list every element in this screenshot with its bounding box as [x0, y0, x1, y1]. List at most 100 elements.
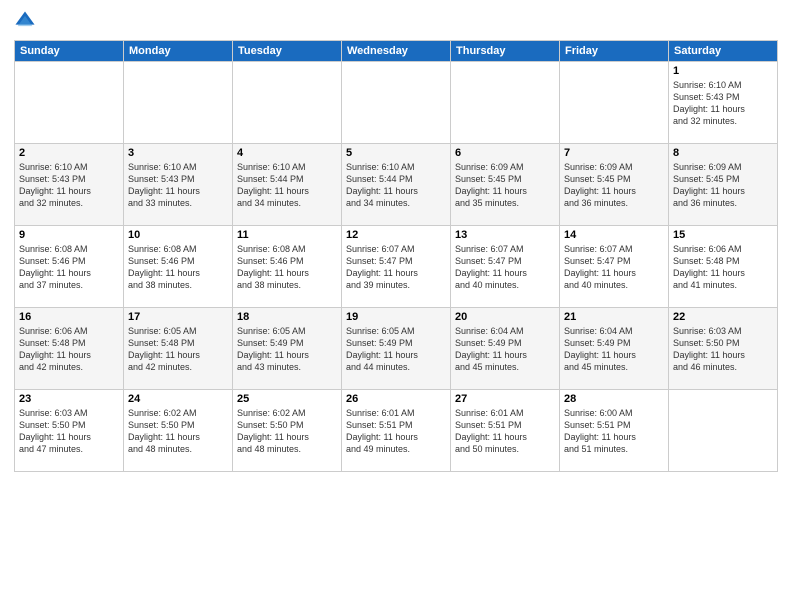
day-info: Sunrise: 6:10 AM Sunset: 5:44 PM Dayligh… [346, 161, 446, 210]
day-number: 23 [19, 393, 119, 405]
day-info: Sunrise: 6:10 AM Sunset: 5:43 PM Dayligh… [19, 161, 119, 210]
calendar-cell: 28 Sunrise: 6:00 AM Sunset: 5:51 PM Dayli… [560, 390, 669, 472]
calendar-header-monday: Monday [124, 41, 233, 62]
day-info: Sunrise: 6:04 AM Sunset: 5:49 PM Dayligh… [564, 325, 664, 374]
calendar-week-row: 16 Sunrise: 6:06 AM Sunset: 5:48 PM Dayli… [15, 308, 778, 390]
calendar-cell: 20 Sunrise: 6:04 AM Sunset: 5:49 PM Dayli… [451, 308, 560, 390]
day-info: Sunrise: 6:09 AM Sunset: 5:45 PM Dayligh… [564, 161, 664, 210]
calendar-header-wednesday: Wednesday [342, 41, 451, 62]
calendar-cell: 5Sunrise: 6:10 AM Sunset: 5:44 PM Daylig… [342, 144, 451, 226]
day-info: Sunrise: 6:03 AM Sunset: 5:50 PM Dayligh… [19, 407, 119, 456]
calendar-cell: 18 Sunrise: 6:05 AM Sunset: 5:49 PM Dayli… [233, 308, 342, 390]
day-info: Sunrise: 6:04 AM Sunset: 5:49 PM Dayligh… [455, 325, 555, 374]
day-number: 15 [673, 229, 773, 241]
calendar-cell [233, 62, 342, 144]
calendar-cell: 24Sunrise: 6:02 AM Sunset: 5:50 PM Dayli… [124, 390, 233, 472]
day-info: Sunrise: 6:01 AM Sunset: 5:51 PM Dayligh… [346, 407, 446, 456]
day-number: 10 [128, 229, 228, 241]
calendar-week-row: 23 Sunrise: 6:03 AM Sunset: 5:50 PM Dayli… [15, 390, 778, 472]
day-info: Sunrise: 6:10 AM Sunset: 5:43 PM Dayligh… [673, 79, 773, 128]
day-number: 8 [673, 147, 773, 159]
day-info: Sunrise: 6:08 AM Sunset: 5:46 PM Dayligh… [128, 243, 228, 292]
day-number: 9 [19, 229, 119, 241]
calendar-table: SundayMondayTuesdayWednesdayThursdayFrid… [14, 40, 778, 472]
calendar-cell [451, 62, 560, 144]
calendar-cell: 10 Sunrise: 6:08 AM Sunset: 5:46 PM Dayli… [124, 226, 233, 308]
calendar-cell: 27 Sunrise: 6:01 AM Sunset: 5:51 PM Dayli… [451, 390, 560, 472]
calendar-cell: 7 Sunrise: 6:09 AM Sunset: 5:45 PM Daylig… [560, 144, 669, 226]
calendar-cell: 11 Sunrise: 6:08 AM Sunset: 5:46 PM Dayli… [233, 226, 342, 308]
calendar-header-saturday: Saturday [669, 41, 778, 62]
calendar-header-thursday: Thursday [451, 41, 560, 62]
calendar-header-row: SundayMondayTuesdayWednesdayThursdayFrid… [15, 41, 778, 62]
header [14, 10, 778, 32]
day-number: 25 [237, 393, 337, 405]
calendar-cell [15, 62, 124, 144]
day-info: Sunrise: 6:10 AM Sunset: 5:44 PM Dayligh… [237, 161, 337, 210]
day-info: Sunrise: 6:06 AM Sunset: 5:48 PM Dayligh… [19, 325, 119, 374]
day-number: 27 [455, 393, 555, 405]
day-info: Sunrise: 6:05 AM Sunset: 5:49 PM Dayligh… [346, 325, 446, 374]
day-number: 11 [237, 229, 337, 241]
calendar-cell: 15 Sunrise: 6:06 AM Sunset: 5:48 PM Dayli… [669, 226, 778, 308]
day-info: Sunrise: 6:09 AM Sunset: 5:45 PM Dayligh… [455, 161, 555, 210]
day-number: 19 [346, 311, 446, 323]
calendar-cell: 16 Sunrise: 6:06 AM Sunset: 5:48 PM Dayli… [15, 308, 124, 390]
day-info: Sunrise: 6:08 AM Sunset: 5:46 PM Dayligh… [237, 243, 337, 292]
day-info: Sunrise: 6:07 AM Sunset: 5:47 PM Dayligh… [564, 243, 664, 292]
calendar-header-sunday: Sunday [15, 41, 124, 62]
calendar-cell: 8 Sunrise: 6:09 AM Sunset: 5:45 PM Daylig… [669, 144, 778, 226]
day-number: 18 [237, 311, 337, 323]
day-number: 16 [19, 311, 119, 323]
calendar-cell: 17 Sunrise: 6:05 AM Sunset: 5:48 PM Dayli… [124, 308, 233, 390]
day-info: Sunrise: 6:05 AM Sunset: 5:48 PM Dayligh… [128, 325, 228, 374]
day-info: Sunrise: 6:08 AM Sunset: 5:46 PM Dayligh… [19, 243, 119, 292]
day-info: Sunrise: 6:10 AM Sunset: 5:43 PM Dayligh… [128, 161, 228, 210]
calendar-header-friday: Friday [560, 41, 669, 62]
calendar-cell: 25 Sunrise: 6:02 AM Sunset: 5:50 PM Dayli… [233, 390, 342, 472]
day-number: 24 [128, 393, 228, 405]
day-number: 20 [455, 311, 555, 323]
calendar-cell: 19 Sunrise: 6:05 AM Sunset: 5:49 PM Dayli… [342, 308, 451, 390]
day-number: 2 [19, 147, 119, 159]
day-info: Sunrise: 6:00 AM Sunset: 5:51 PM Dayligh… [564, 407, 664, 456]
day-number: 21 [564, 311, 664, 323]
day-number: 28 [564, 393, 664, 405]
day-number: 14 [564, 229, 664, 241]
day-info: Sunrise: 6:03 AM Sunset: 5:50 PM Dayligh… [673, 325, 773, 374]
day-number: 7 [564, 147, 664, 159]
logo-icon [14, 10, 36, 32]
day-info: Sunrise: 6:01 AM Sunset: 5:51 PM Dayligh… [455, 407, 555, 456]
day-info: Sunrise: 6:05 AM Sunset: 5:49 PM Dayligh… [237, 325, 337, 374]
calendar-cell: 22 Sunrise: 6:03 AM Sunset: 5:50 PM Dayli… [669, 308, 778, 390]
calendar-cell: 12Sunrise: 6:07 AM Sunset: 5:47 PM Dayli… [342, 226, 451, 308]
calendar-week-row: 9 Sunrise: 6:08 AM Sunset: 5:46 PM Daylig… [15, 226, 778, 308]
day-info: Sunrise: 6:02 AM Sunset: 5:50 PM Dayligh… [237, 407, 337, 456]
calendar-cell: 23 Sunrise: 6:03 AM Sunset: 5:50 PM Dayli… [15, 390, 124, 472]
calendar-cell [560, 62, 669, 144]
day-info: Sunrise: 6:07 AM Sunset: 5:47 PM Dayligh… [346, 243, 446, 292]
day-number: 26 [346, 393, 446, 405]
calendar-cell: 3 Sunrise: 6:10 AM Sunset: 5:43 PM Daylig… [124, 144, 233, 226]
calendar-week-row: 2 Sunrise: 6:10 AM Sunset: 5:43 PM Daylig… [15, 144, 778, 226]
day-info: Sunrise: 6:07 AM Sunset: 5:47 PM Dayligh… [455, 243, 555, 292]
calendar-cell: 6 Sunrise: 6:09 AM Sunset: 5:45 PM Daylig… [451, 144, 560, 226]
day-info: Sunrise: 6:09 AM Sunset: 5:45 PM Dayligh… [673, 161, 773, 210]
day-number: 6 [455, 147, 555, 159]
calendar-cell: 4Sunrise: 6:10 AM Sunset: 5:44 PM Daylig… [233, 144, 342, 226]
calendar-cell [124, 62, 233, 144]
calendar-cell: 2 Sunrise: 6:10 AM Sunset: 5:43 PM Daylig… [15, 144, 124, 226]
calendar-cell: 1 Sunrise: 6:10 AM Sunset: 5:43 PM Daylig… [669, 62, 778, 144]
day-number: 3 [128, 147, 228, 159]
day-info: Sunrise: 6:06 AM Sunset: 5:48 PM Dayligh… [673, 243, 773, 292]
calendar-week-row: 1 Sunrise: 6:10 AM Sunset: 5:43 PM Daylig… [15, 62, 778, 144]
calendar-cell: 13 Sunrise: 6:07 AM Sunset: 5:47 PM Dayli… [451, 226, 560, 308]
day-number: 17 [128, 311, 228, 323]
calendar-cell: 21 Sunrise: 6:04 AM Sunset: 5:49 PM Dayli… [560, 308, 669, 390]
calendar-cell: 26 Sunrise: 6:01 AM Sunset: 5:51 PM Dayli… [342, 390, 451, 472]
day-number: 1 [673, 65, 773, 77]
calendar-header-tuesday: Tuesday [233, 41, 342, 62]
day-number: 13 [455, 229, 555, 241]
calendar-cell: 9 Sunrise: 6:08 AM Sunset: 5:46 PM Daylig… [15, 226, 124, 308]
day-number: 22 [673, 311, 773, 323]
